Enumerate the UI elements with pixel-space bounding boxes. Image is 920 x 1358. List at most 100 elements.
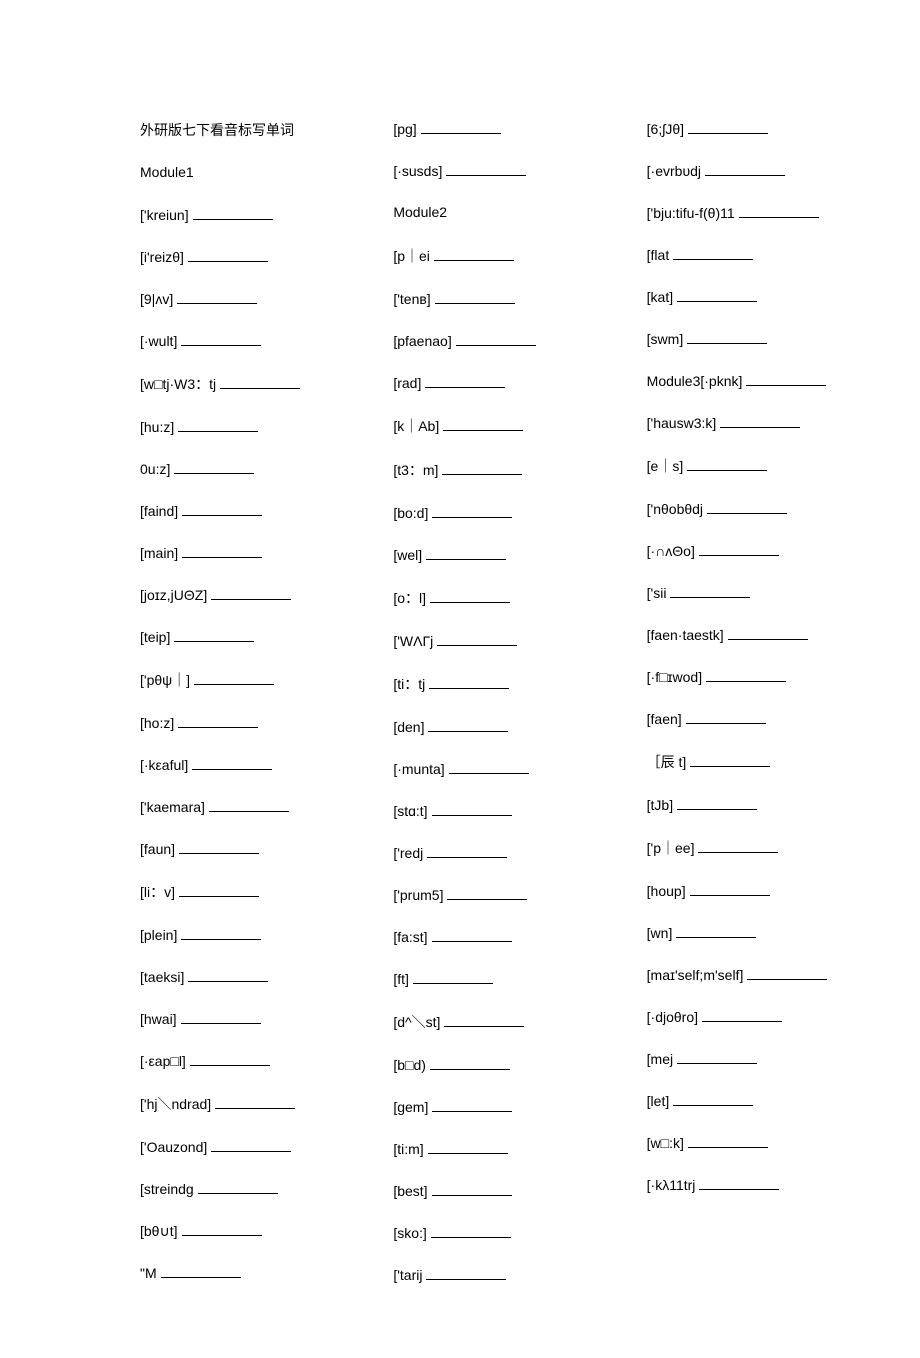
answer-blank[interactable] bbox=[161, 1264, 241, 1278]
answer-blank[interactable] bbox=[437, 632, 517, 646]
answer-blank[interactable] bbox=[673, 1092, 753, 1106]
phonetic-label: [flat bbox=[647, 247, 670, 263]
answer-blank[interactable] bbox=[428, 1140, 508, 1154]
answer-blank[interactable] bbox=[209, 798, 289, 812]
phonetic-label: [pfaenao] bbox=[393, 333, 451, 349]
answer-blank[interactable] bbox=[179, 883, 259, 897]
worksheet-row: ['pθψ｜] bbox=[140, 670, 363, 690]
answer-blank[interactable] bbox=[444, 1013, 524, 1027]
phonetic-label: [pg] bbox=[393, 121, 416, 137]
answer-blank[interactable] bbox=[220, 375, 300, 389]
answer-blank[interactable] bbox=[428, 718, 508, 732]
answer-blank[interactable] bbox=[446, 162, 526, 176]
answer-blank[interactable] bbox=[702, 1008, 782, 1022]
worksheet-row: [bθ∪t] bbox=[140, 1222, 363, 1240]
answer-blank[interactable] bbox=[705, 162, 785, 176]
answer-blank[interactable] bbox=[720, 414, 800, 428]
answer-blank[interactable] bbox=[432, 802, 512, 816]
phonetic-label: ［辰 t] bbox=[647, 752, 687, 772]
answer-blank[interactable] bbox=[430, 589, 510, 603]
answer-blank[interactable] bbox=[699, 1176, 779, 1190]
phonetic-label: [·munta] bbox=[393, 761, 444, 777]
worksheet-row: [let] bbox=[647, 1092, 870, 1110]
answer-blank[interactable] bbox=[698, 839, 778, 853]
answer-blank[interactable] bbox=[177, 290, 257, 304]
answer-blank[interactable] bbox=[182, 1222, 262, 1236]
answer-blank[interactable] bbox=[430, 1056, 510, 1070]
answer-blank[interactable] bbox=[211, 586, 291, 600]
answer-blank[interactable] bbox=[686, 710, 766, 724]
answer-blank[interactable] bbox=[188, 248, 268, 262]
answer-blank[interactable] bbox=[181, 1010, 261, 1024]
answer-blank[interactable] bbox=[421, 120, 501, 134]
answer-blank[interactable] bbox=[429, 675, 509, 689]
answer-blank[interactable] bbox=[181, 926, 261, 940]
worksheet-row: [li：v] bbox=[140, 882, 363, 902]
phonetic-label: Module2 bbox=[393, 204, 447, 220]
phonetic-label: [faun] bbox=[140, 841, 175, 857]
answer-blank[interactable] bbox=[443, 417, 523, 431]
answer-blank[interactable] bbox=[434, 247, 514, 261]
answer-blank[interactable] bbox=[690, 882, 770, 896]
answer-blank[interactable] bbox=[739, 204, 819, 218]
answer-blank[interactable] bbox=[747, 966, 827, 980]
answer-blank[interactable] bbox=[190, 1052, 270, 1066]
answer-blank[interactable] bbox=[179, 840, 259, 854]
answer-blank[interactable] bbox=[194, 671, 274, 685]
answer-blank[interactable] bbox=[677, 1050, 757, 1064]
answer-blank[interactable] bbox=[215, 1095, 295, 1109]
answer-blank[interactable] bbox=[211, 1138, 291, 1152]
answer-blank[interactable] bbox=[174, 628, 254, 642]
worksheet-row: [houp] bbox=[647, 882, 870, 900]
answer-blank[interactable] bbox=[670, 584, 750, 598]
phonetic-label: ['bju:tifu-f(θ)11 bbox=[647, 205, 735, 221]
answer-blank[interactable] bbox=[178, 418, 258, 432]
answer-blank[interactable] bbox=[690, 753, 770, 767]
answer-blank[interactable] bbox=[688, 120, 768, 134]
answer-blank[interactable] bbox=[687, 457, 767, 471]
answer-blank[interactable] bbox=[198, 1180, 278, 1194]
answer-blank[interactable] bbox=[188, 968, 268, 982]
answer-blank[interactable] bbox=[432, 1098, 512, 1112]
answer-blank[interactable] bbox=[688, 1134, 768, 1148]
answer-blank[interactable] bbox=[456, 332, 536, 346]
answer-blank[interactable] bbox=[435, 290, 515, 304]
answer-blank[interactable] bbox=[673, 246, 753, 260]
answer-blank[interactable] bbox=[447, 886, 527, 900]
answer-blank[interactable] bbox=[178, 714, 258, 728]
worksheet-columns: 外研版七下看音标写单词Module1['kreiun][i'reizθ][9|ʌ… bbox=[140, 120, 870, 1308]
answer-blank[interactable] bbox=[193, 206, 273, 220]
answer-blank[interactable] bbox=[449, 760, 529, 774]
answer-blank[interactable] bbox=[413, 970, 493, 984]
answer-blank[interactable] bbox=[728, 626, 808, 640]
phonetic-label: [hwai] bbox=[140, 1011, 177, 1027]
answer-blank[interactable] bbox=[706, 668, 786, 682]
answer-blank[interactable] bbox=[181, 332, 261, 346]
worksheet-row: "M bbox=[140, 1264, 363, 1282]
answer-blank[interactable] bbox=[432, 928, 512, 942]
answer-blank[interactable] bbox=[432, 1182, 512, 1196]
answer-blank[interactable] bbox=[182, 544, 262, 558]
answer-blank[interactable] bbox=[192, 756, 272, 770]
answer-blank[interactable] bbox=[426, 546, 506, 560]
phonetic-label: [teip] bbox=[140, 629, 170, 645]
worksheet-row: [plein] bbox=[140, 926, 363, 944]
answer-blank[interactable] bbox=[746, 372, 826, 386]
answer-blank[interactable] bbox=[426, 1266, 506, 1280]
answer-blank[interactable] bbox=[182, 502, 262, 516]
phonetic-label: [·∩ʌΘo] bbox=[647, 543, 695, 559]
answer-blank[interactable] bbox=[425, 374, 505, 388]
answer-blank[interactable] bbox=[432, 504, 512, 518]
answer-blank[interactable] bbox=[676, 924, 756, 938]
answer-blank[interactable] bbox=[431, 1224, 511, 1238]
answer-blank[interactable] bbox=[707, 500, 787, 514]
answer-blank[interactable] bbox=[699, 542, 779, 556]
answer-blank[interactable] bbox=[677, 288, 757, 302]
answer-blank[interactable] bbox=[677, 796, 757, 810]
answer-blank[interactable] bbox=[174, 460, 254, 474]
answer-blank[interactable] bbox=[427, 844, 507, 858]
answer-blank[interactable] bbox=[687, 330, 767, 344]
answer-blank[interactable] bbox=[442, 461, 522, 475]
worksheet-row: ['redj bbox=[393, 844, 616, 862]
worksheet-row: [joɪz,jUΘZ] bbox=[140, 586, 363, 604]
